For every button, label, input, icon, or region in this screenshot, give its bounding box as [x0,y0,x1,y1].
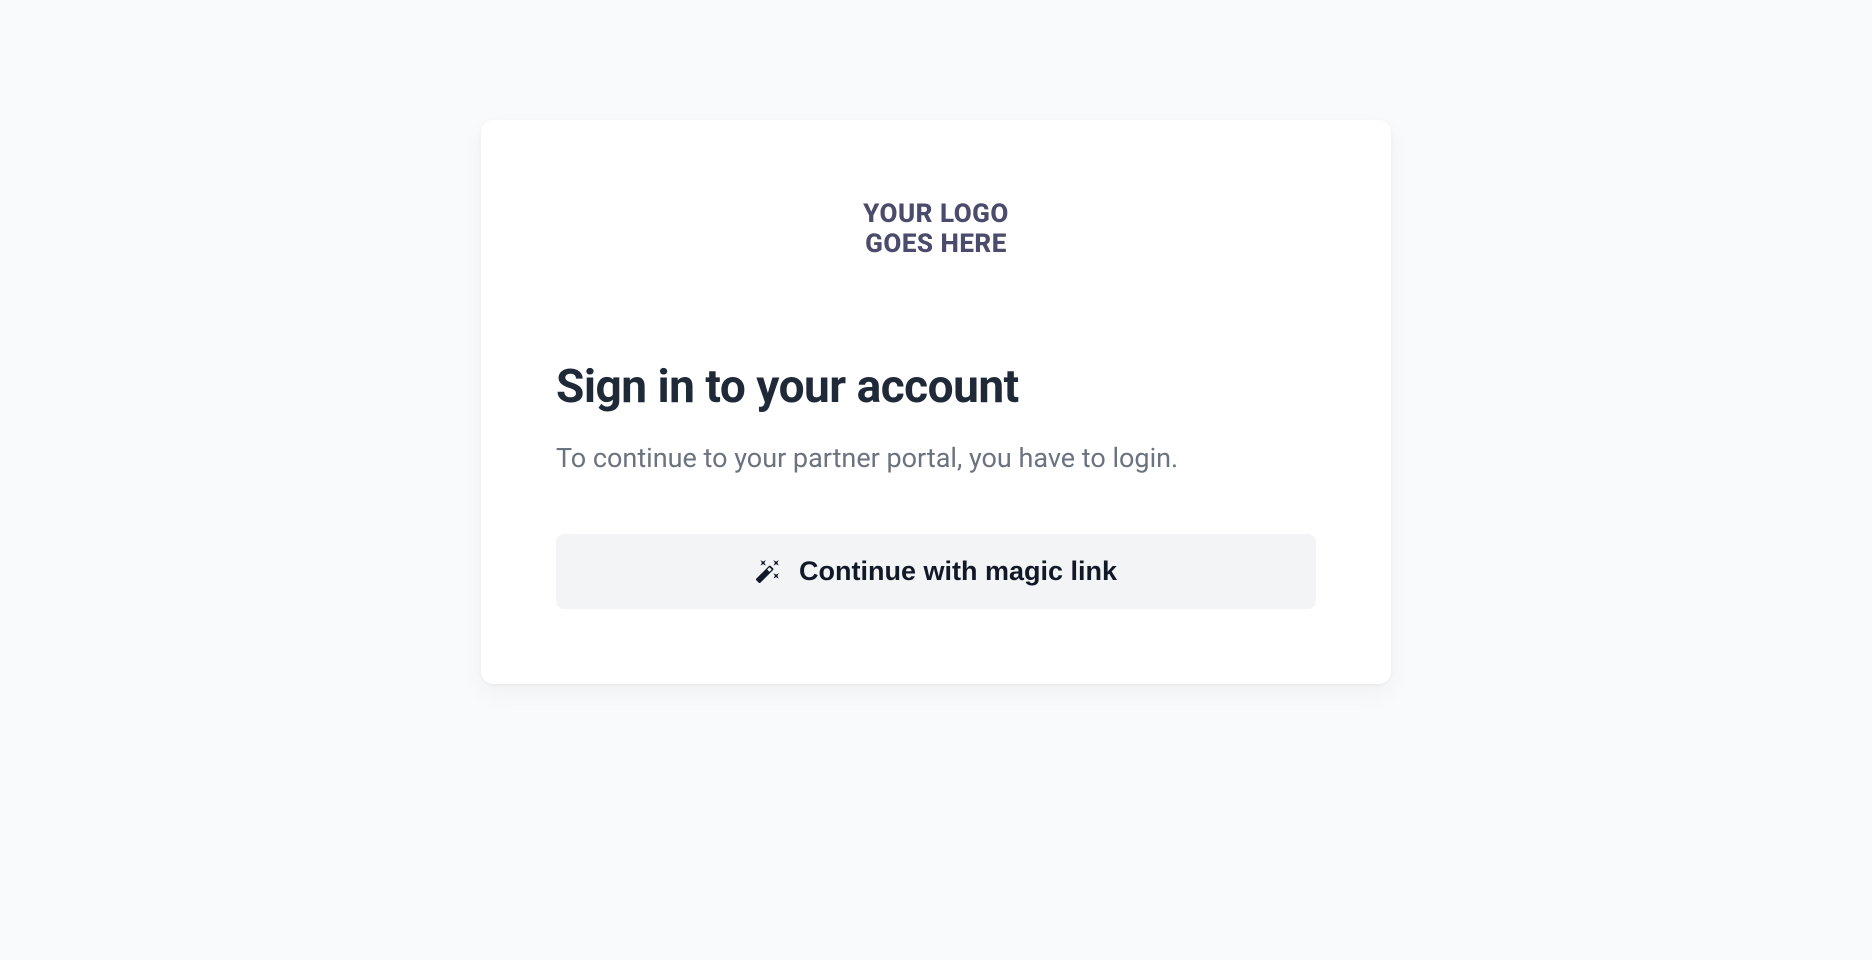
page-subtext: To continue to your partner portal, you … [556,442,1316,474]
page-title: Sign in to your account [556,360,1316,414]
logo-wrapper: YOUR LOGO GOES HERE [556,200,1316,260]
logo-placeholder: YOUR LOGO GOES HERE [863,200,1009,260]
magic-wand-icon [755,558,781,584]
magic-link-button[interactable]: Continue with magic link [556,534,1316,609]
logo-line-1: YOUR LOGO [863,200,1009,230]
signin-card: YOUR LOGO GOES HERE Sign in to your acco… [481,120,1391,684]
logo-line-2: GOES HERE [863,230,1009,260]
magic-link-button-label: Continue with magic link [799,556,1117,587]
